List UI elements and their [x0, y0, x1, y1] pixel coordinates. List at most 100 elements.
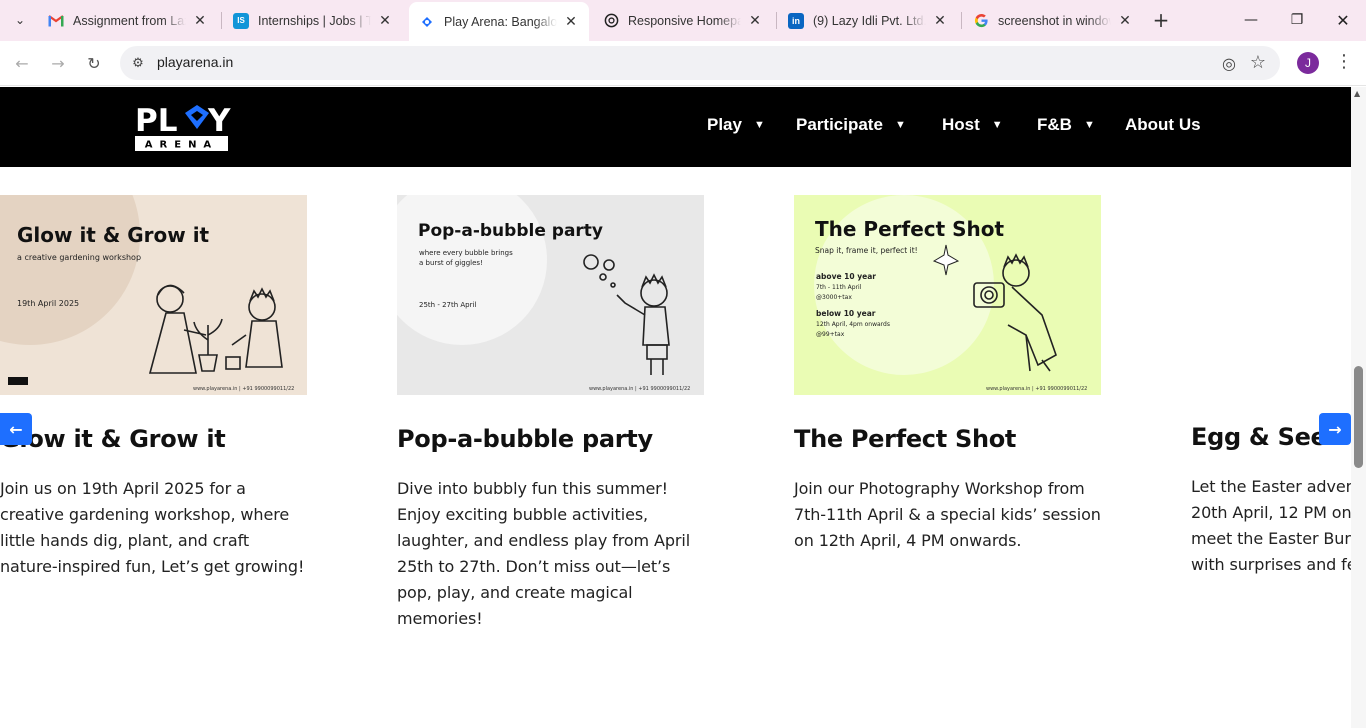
event-card-glow-grow[interactable]: Glow it & Grow it a creative gardening w…: [0, 195, 307, 580]
tab-title: Assignment from Lazy Idli: [73, 13, 186, 28]
playarena-logo[interactable]: PL Y ARENA: [135, 101, 234, 153]
tab-separator: [961, 12, 962, 29]
minimize-icon[interactable]: —: [1228, 0, 1274, 40]
arrow-right-icon: →: [1328, 419, 1342, 439]
nav-label: Participate: [796, 115, 883, 134]
internshala-icon: IS: [233, 12, 249, 29]
poster-footer: www.playarena.in | +91 9900099011/22: [193, 386, 295, 392]
page-scrollbar[interactable]: ▲: [1351, 87, 1366, 728]
poster-text: 12th April, 4pm onwards: [816, 321, 890, 328]
logo-text: ARENA: [145, 140, 218, 151]
new-tab-plus-icon[interactable]: +: [1149, 8, 1173, 32]
event-title: The Perfect Shot: [794, 425, 1017, 453]
event-poster[interactable]: The Perfect Shot Snap it, frame it, perf…: [794, 195, 1101, 395]
poster-text: @99+tax: [816, 331, 845, 338]
nav-fnb[interactable]: F&B ▼: [1037, 115, 1095, 135]
close-window-icon[interactable]: ✕: [1320, 0, 1366, 40]
chevron-down-icon: ▼: [1083, 119, 1095, 131]
event-description: Let the Easter adventure begin! On 20th …: [1191, 477, 1351, 574]
nav-label: About Us: [1125, 115, 1201, 134]
event-description: Dive into bubbly fun this summer! Enjoy …: [397, 479, 691, 628]
chatgpt-icon: [603, 13, 619, 29]
close-tab-icon[interactable]: ✕: [932, 12, 948, 29]
nav-play[interactable]: Play ▼: [707, 115, 765, 135]
arrow-left-icon: ←: [9, 419, 23, 439]
poster-title: Glow it & Grow it: [17, 223, 210, 247]
nav-label: Host: [942, 115, 980, 134]
forward-arrow-icon[interactable]: →: [46, 51, 70, 75]
poster-title: Pop-a-bubble party: [418, 221, 604, 241]
site-info-icon[interactable]: ⚙: [128, 53, 148, 73]
page-viewport: PL Y ARENA Play ▼ Participate ▼ Host ▼ F&B ▼…: [0, 87, 1351, 728]
poster-date: 25th - 27th April: [419, 301, 477, 309]
tab-title: Responsive Homepage: [628, 13, 741, 28]
carousel-prev-button[interactable]: ←: [0, 413, 32, 445]
browser-toolbar: ← → ↻ ⚙ playarena.in ◎ ☆ J ⋮: [0, 41, 1366, 86]
profile-avatar[interactable]: J: [1297, 52, 1319, 74]
event-poster[interactable]: Glow it & Grow it a creative gardening w…: [0, 195, 307, 395]
nav-host[interactable]: Host ▼: [942, 115, 1003, 135]
event-poster[interactable]: Pop-a-bubble party where every bubble br…: [397, 195, 704, 395]
poster-text: above 10 year: [816, 272, 876, 281]
bookmark-star-icon[interactable]: ☆: [1250, 52, 1266, 73]
chevron-down-icon: ▼: [991, 119, 1003, 131]
poster-text: below 10 year: [816, 309, 876, 318]
chevron-down-icon: ▼: [894, 119, 906, 131]
tab-separator: [221, 12, 222, 29]
poster-subtitle: where every bubble brings: [419, 249, 513, 257]
eye-slash-icon[interactable]: ◎: [1222, 54, 1236, 73]
url-text[interactable]: playarena.in: [157, 54, 233, 70]
close-tab-icon[interactable]: ✕: [563, 13, 579, 30]
tab-separator: [776, 12, 777, 29]
nav-label: Play: [707, 115, 742, 134]
address-bar[interactable]: ⚙ playarena.in ◎ ☆: [120, 46, 1280, 80]
nav-participate[interactable]: Participate ▼: [796, 115, 906, 135]
nav-about-us[interactable]: About Us: [1125, 115, 1201, 135]
site-header: PL Y ARENA Play ▼ Participate ▼ Host ▼ F&B ▼…: [0, 87, 1351, 167]
carousel-next-button[interactable]: →: [1319, 413, 1351, 445]
poster-subtitle: a creative gardening workshop: [17, 253, 142, 262]
browser-tab-playarena[interactable]: Play Arena: Bangalore's ✕: [409, 2, 589, 41]
browser-tab-internshala[interactable]: IS Internships | Jobs | Training ✕: [223, 5, 403, 36]
poster-subtitle: a burst of giggles!: [419, 259, 483, 267]
back-arrow-icon[interactable]: ←: [10, 51, 34, 75]
poster-subtitle: Snap it, frame it, perfect it!: [815, 246, 918, 255]
event-title: Pop-a-bubble party: [397, 425, 653, 453]
poster-text: @3000+tax: [816, 294, 852, 301]
close-tab-icon[interactable]: ✕: [377, 12, 393, 29]
browser-menu-icon[interactable]: ⋮: [1334, 51, 1354, 72]
logo-text: Y: [207, 103, 231, 139]
event-card-perfect-shot[interactable]: The Perfect Shot Snap it, frame it, perf…: [794, 195, 1101, 554]
event-description: Join our Photography Workshop from 7th-1…: [794, 479, 1101, 550]
close-tab-icon[interactable]: ✕: [1117, 12, 1133, 29]
event-description: Join us on 19th April 2025 for a creativ…: [0, 479, 305, 576]
playarena-icon: [419, 14, 435, 30]
scroll-up-arrow-icon[interactable]: ▲: [1354, 89, 1360, 98]
browser-tab-chatgpt[interactable]: Responsive Homepage ✕: [593, 5, 773, 36]
browser-tab-linkedin[interactable]: in (9) Lazy Idli Pvt. Ltd.: Ov ✕: [778, 5, 958, 36]
linkedin-icon: in: [788, 12, 804, 29]
browser-tab-strip: ⌄ Assignment from Lazy Idli ✕ IS Interns…: [0, 0, 1366, 41]
tab-title: Play Arena: Bangalore's: [444, 14, 557, 29]
gmail-icon: [48, 13, 64, 29]
tab-title: screenshot in windows: [998, 13, 1111, 28]
restore-icon[interactable]: ❐: [1274, 0, 1320, 40]
close-tab-icon[interactable]: ✕: [192, 12, 208, 29]
event-title: Glow it & Grow it: [0, 425, 226, 453]
scrollbar-thumb[interactable]: [1354, 366, 1363, 468]
event-card-egg-seek[interactable]: Egg & Seek Let the Easter adventure begi…: [1191, 423, 1351, 578]
nav-label: F&B: [1037, 115, 1072, 134]
tab-title: Internships | Jobs | Training: [258, 13, 371, 28]
logo-text: PL: [135, 103, 177, 139]
poster-footer: www.playarena.in | +91 9900099011/22: [589, 386, 691, 392]
browser-tab-gmail[interactable]: Assignment from Lazy Idli ✕: [38, 5, 218, 36]
reload-icon[interactable]: ↻: [82, 51, 106, 75]
browser-tab-google[interactable]: screenshot in windows ✕: [963, 5, 1143, 36]
tab-search-button[interactable]: ⌄: [8, 8, 32, 32]
google-icon: [973, 13, 989, 29]
close-tab-icon[interactable]: ✕: [747, 12, 763, 29]
poster-text: 7th - 11th April: [816, 284, 862, 291]
poster-footer: www.playarena.in | +91 9900099011/22: [986, 386, 1088, 392]
poster-date: 19th April 2025: [17, 299, 80, 308]
event-card-pop-a-bubble[interactable]: Pop-a-bubble party where every bubble br…: [397, 195, 704, 632]
